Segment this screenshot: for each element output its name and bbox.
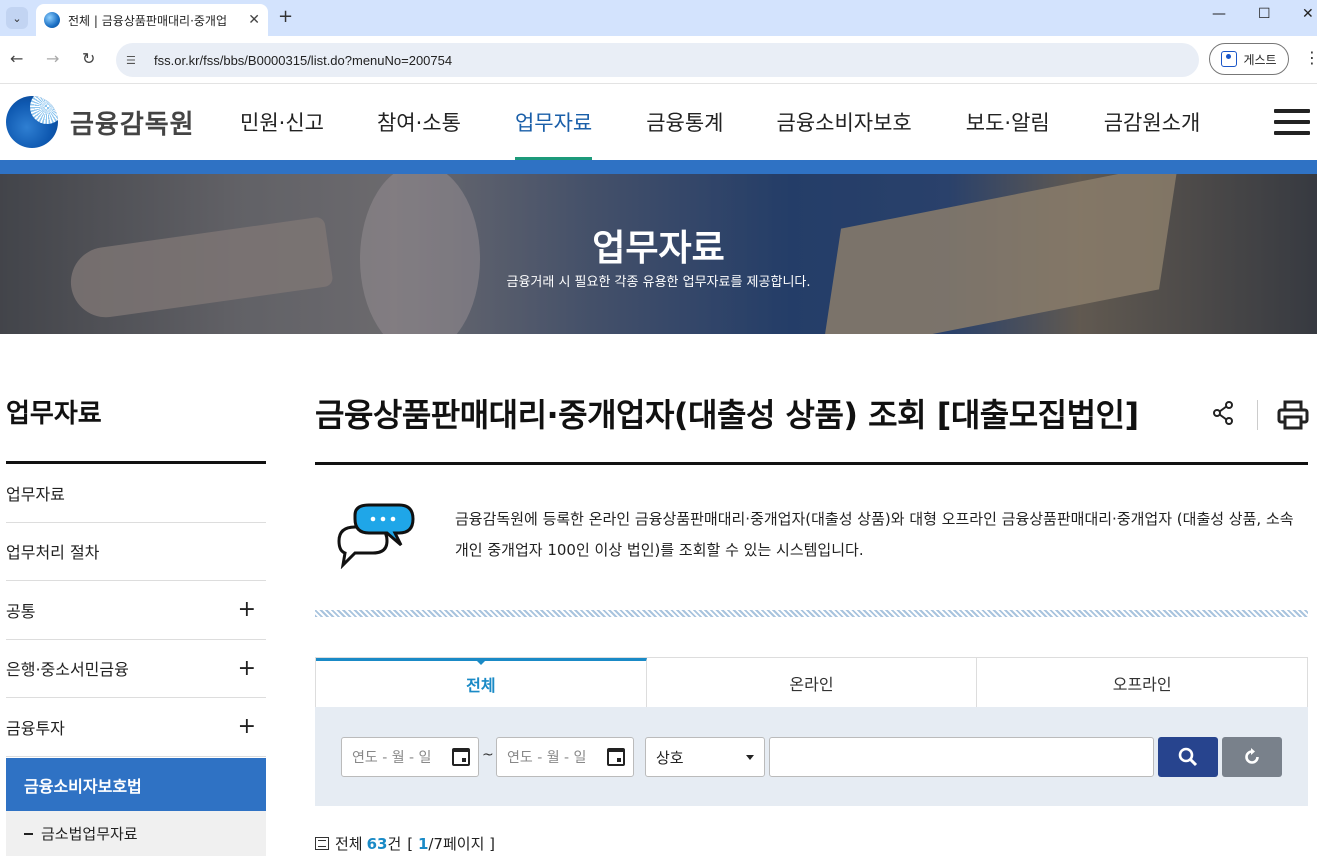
close-tab-icon[interactable]: ✕ bbox=[248, 12, 260, 28]
count-unit: 건 bbox=[387, 835, 402, 853]
list-icon bbox=[315, 837, 329, 850]
dash-icon bbox=[24, 832, 33, 835]
sidebar-item-common[interactable]: 공통 + bbox=[6, 581, 266, 640]
nav-item-work-materials[interactable]: 업무자료 bbox=[514, 84, 593, 160]
total-count: 63 bbox=[366, 835, 388, 853]
browser-tabbar: ⌄ 전체 | 금융상품판매대리·중개업 ✕ + — ☐ ✕ bbox=[0, 0, 1317, 36]
logo-globe-icon bbox=[6, 96, 58, 148]
chat-bubble-icon bbox=[333, 503, 415, 570]
expand-plus-icon[interactable]: + bbox=[238, 597, 256, 622]
close-window-icon[interactable]: ✕ bbox=[1302, 6, 1314, 22]
search-button[interactable] bbox=[1158, 737, 1218, 777]
share-icon[interactable] bbox=[1208, 398, 1238, 428]
sidebar-item-banking[interactable]: 은행·중소서민금융 + bbox=[6, 640, 266, 698]
page-description: 금융감독원에 등록한 온라인 금융상품판매대리·중개업자(대출성 상품)와 대형… bbox=[455, 510, 1294, 559]
search-type-value: 상호 bbox=[656, 748, 684, 767]
browser-tab[interactable]: 전체 | 금융상품판매대리·중개업 ✕ bbox=[36, 4, 268, 36]
nav-item-press[interactable]: 보도·알림 bbox=[966, 84, 1050, 160]
expand-plus-icon[interactable]: + bbox=[238, 656, 256, 681]
sidebar-item-investment[interactable]: 금융투자 + bbox=[6, 698, 266, 757]
page-open-bracket: [ bbox=[407, 835, 414, 853]
date-from-field[interactable]: 연도 - 월 - 일 bbox=[341, 737, 479, 777]
guest-label: 게스트 bbox=[1243, 52, 1277, 67]
filter-tabs: 전체 온라인 오프라인 bbox=[315, 657, 1308, 707]
hamburger-menu-icon[interactable] bbox=[1274, 109, 1310, 135]
new-tab-icon[interactable]: + bbox=[278, 6, 293, 27]
header-strip bbox=[0, 160, 1317, 174]
sidebar-subitem-consumer-law-materials[interactable]: 금소법업무자료 bbox=[6, 811, 266, 856]
more-menu-icon[interactable]: ⋮ bbox=[1304, 48, 1317, 67]
nav-item-complaint[interactable]: 민원·신고 bbox=[240, 84, 324, 160]
page-total: /7페이지 bbox=[428, 835, 485, 853]
url-field[interactable]: ☰ fss.or.kr/fss/bbs/B0000315/list.do?men… bbox=[116, 43, 1199, 77]
nav-item-about[interactable]: 금감원소개 bbox=[1104, 84, 1201, 160]
hero-banner: 업무자료 금융거래 시 필요한 각종 유용한 업무자료를 제공합니다. bbox=[0, 174, 1317, 334]
sidebar-item-label: 공통 bbox=[6, 601, 36, 621]
site-info-icon[interactable]: ☰ bbox=[126, 53, 144, 67]
nav-item-statistics[interactable]: 금융통계 bbox=[646, 84, 723, 160]
date-from-placeholder: 연도 - 월 - 일 bbox=[352, 750, 432, 766]
sidebar-item-label: 업무자료 bbox=[6, 484, 65, 504]
current-page: 1 bbox=[417, 835, 429, 853]
calendar-icon[interactable] bbox=[607, 748, 625, 766]
search-icon bbox=[1178, 747, 1198, 767]
search-panel: 연도 - 월 - 일 ~ 연도 - 월 - 일 상호 bbox=[315, 707, 1308, 806]
sidebar-item-procedures[interactable]: 업무처리 절차 bbox=[6, 523, 266, 581]
site-favicon-icon bbox=[44, 12, 60, 28]
reset-button[interactable] bbox=[1222, 737, 1282, 777]
site-header: 금융감독원 민원·신고 참여·소통 업무자료 금융통계 금융소비자보호 보도·알… bbox=[0, 84, 1317, 160]
tab-all[interactable]: 전체 bbox=[316, 658, 647, 707]
address-bar-row: ← → ↻ ☰ fss.or.kr/fss/bbs/B0000315/list.… bbox=[0, 36, 1317, 84]
sidebar-menu: 업무자료 업무처리 절차 공통 + 은행·중소서민금융 + 금융투자 + bbox=[6, 464, 266, 757]
nav-item-participation[interactable]: 참여·소통 bbox=[377, 84, 461, 160]
sidebar-item-label: 업무처리 절차 bbox=[6, 543, 100, 563]
calendar-icon[interactable] bbox=[452, 748, 470, 766]
expand-plus-icon[interactable]: + bbox=[238, 714, 256, 739]
count-prefix: 전체 bbox=[335, 835, 363, 853]
result-count: 전체 63건 [ 1/7페이지 ] bbox=[315, 833, 495, 854]
sidebar-subitem-label: 금소법업무자료 bbox=[41, 825, 138, 843]
title-divider bbox=[315, 462, 1308, 465]
sidebar-item-label: 금융투자 bbox=[6, 718, 65, 738]
maximize-icon[interactable]: ☐ bbox=[1258, 6, 1271, 22]
sidebar-title: 업무자료 bbox=[6, 399, 102, 429]
chevron-down-icon bbox=[746, 755, 754, 764]
tab-title: 전체 | 금융상품판매대리·중개업 bbox=[68, 13, 228, 28]
back-icon[interactable]: ← bbox=[10, 49, 23, 68]
sidebar-item-work-materials[interactable]: 업무자료 bbox=[6, 464, 266, 523]
sidebar-item-consumer-law[interactable]: 금융소비자보호법 bbox=[6, 758, 266, 811]
site-logo[interactable]: 금융감독원 bbox=[6, 96, 195, 148]
reload-icon[interactable]: ↻ bbox=[82, 49, 95, 68]
person-icon bbox=[1221, 51, 1238, 67]
hero-title: 업무자료 bbox=[592, 228, 725, 269]
url-text: fss.or.kr/fss/bbs/B0000315/list.do?menuN… bbox=[154, 52, 453, 68]
nav-item-consumer-protection[interactable]: 금융소비자보호 bbox=[777, 84, 912, 160]
date-to-placeholder: 연도 - 월 - 일 bbox=[507, 750, 587, 766]
toolbar-divider bbox=[1257, 400, 1258, 430]
date-to-field[interactable]: 연도 - 월 - 일 bbox=[496, 737, 634, 777]
sidebar-item-label: 은행·중소서민금융 bbox=[6, 660, 129, 680]
hatch-divider bbox=[315, 610, 1308, 617]
print-icon[interactable] bbox=[1277, 400, 1309, 430]
tab-search-button[interactable]: ⌄ bbox=[6, 7, 28, 29]
tab-online[interactable]: 온라인 bbox=[646, 658, 978, 707]
forward-icon[interactable]: → bbox=[46, 49, 59, 68]
page-title: 금융상품판매대리·중개업자(대출성 상품) 조회 [대출모집법인] bbox=[315, 396, 1139, 434]
minimize-icon[interactable]: — bbox=[1212, 6, 1226, 22]
tab-offline[interactable]: 오프라인 bbox=[977, 658, 1308, 707]
page-close-bracket: ] bbox=[489, 835, 496, 853]
refresh-icon bbox=[1245, 748, 1259, 764]
search-input[interactable] bbox=[769, 737, 1154, 777]
main-nav: 민원·신고 참여·소통 업무자료 금융통계 금융소비자보호 보도·알림 금감원소… bbox=[240, 84, 1200, 160]
date-range-separator: ~ bbox=[482, 747, 494, 763]
logo-text: 금융감독원 bbox=[70, 109, 195, 140]
search-type-select[interactable]: 상호 bbox=[645, 737, 765, 777]
hero-subtitle: 금융거래 시 필요한 각종 유용한 업무자료를 제공합니다. bbox=[506, 275, 811, 290]
profile-guest-button[interactable]: 게스트 bbox=[1209, 43, 1289, 75]
